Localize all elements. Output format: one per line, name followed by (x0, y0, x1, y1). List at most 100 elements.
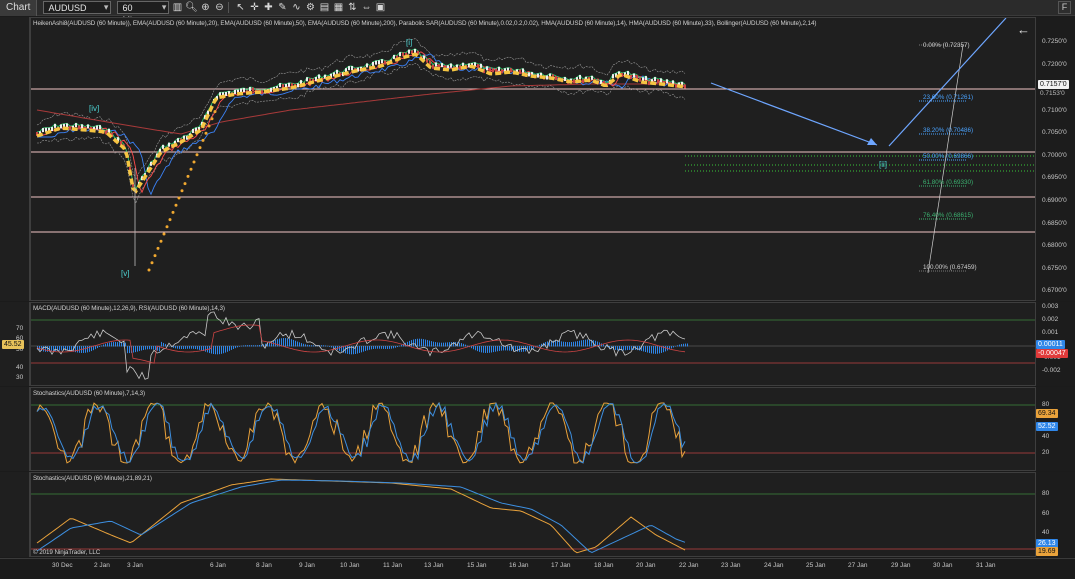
macd-histogram-bar (155, 346, 156, 351)
chart-tab[interactable]: Chart (0, 0, 38, 16)
macd-histogram-bar (323, 345, 324, 347)
stochastics-fast-canvas[interactable] (31, 388, 1036, 471)
date-label: 3 Jan (127, 562, 143, 569)
macd-histogram-bar (379, 346, 380, 349)
macd-histogram-bar (371, 346, 372, 350)
chart-style-icon[interactable]: ▥ (171, 2, 183, 14)
stochastics-fast-label: Stochastics(AUDUSD (60 Minute),7,14,3) (33, 390, 146, 397)
last-price-badge: 0.7157'0 (1038, 80, 1069, 89)
macd-histogram-bar (307, 344, 308, 347)
copyright-text: © 2019 NinjaTrader, LLC (33, 549, 101, 556)
macd-rsi-canvas[interactable] (31, 303, 1036, 386)
f-button[interactable]: F (1058, 1, 1071, 14)
macd-histogram-bar (411, 340, 412, 347)
macd-histogram-bar (229, 346, 230, 351)
heiken-candle (612, 74, 614, 79)
heiken-candle (252, 87, 254, 92)
macd-histogram-bar (187, 346, 188, 349)
instrument-selector[interactable]: AUDUSD (43, 1, 112, 14)
global-crosshair-icon[interactable]: ✚ (262, 2, 274, 14)
macd-histogram-bar (311, 345, 312, 347)
heiken-candle (627, 71, 629, 76)
heiken-candle (279, 83, 281, 88)
toolbar-divider (228, 2, 230, 13)
macd-histogram-bar (587, 339, 588, 347)
heiken-candle (96, 125, 98, 130)
search-icon[interactable]: 🔍︎ (185, 2, 198, 14)
psar-dot (213, 110, 217, 114)
objects-icon[interactable]: ▦ (332, 2, 344, 14)
scroll-icon[interactable]: ⇔ (360, 2, 372, 14)
heiken-candle (414, 48, 416, 53)
macd-histogram-bar (537, 345, 538, 347)
macd-histogram-bar (133, 346, 134, 353)
stochastics-slow-panel[interactable]: Stochastics(AUDUSD (60 Minute),21,89,21)… (30, 472, 1036, 557)
macd-histogram-bar (627, 346, 628, 351)
macd-histogram-bar (481, 346, 482, 353)
heiken-candle (684, 84, 686, 89)
psar-dot (153, 254, 157, 258)
macd-histogram-bar (259, 345, 260, 347)
macd-histogram-bar (43, 346, 44, 352)
interval-selector[interactable]: 60 Minute (117, 1, 170, 25)
price-tick: 0.7250'0 (1042, 38, 1067, 45)
macd-histogram-bar (47, 346, 48, 352)
zoom-in-icon[interactable]: ⊕ (199, 2, 211, 14)
macd-histogram-bar (215, 346, 216, 355)
macd-histogram-bar (685, 343, 686, 347)
macd-histogram-bar (357, 346, 358, 354)
templates-icon[interactable]: ▤ (318, 2, 330, 14)
properties-icon[interactable]: ⚙ (304, 2, 316, 14)
date-label: 20 Jan (636, 562, 656, 569)
heiken-candle (69, 126, 71, 131)
stochastics-fast-panel[interactable]: Stochastics(AUDUSD (60 Minute),7,14,3) (30, 387, 1036, 471)
heiken-candle (378, 60, 380, 65)
price-panel[interactable]: HeikenAshi8(AUDUSD (60 Minute)), EMA(AUD… (30, 17, 1036, 301)
heiken-candle (630, 74, 632, 79)
rsi-value-badge: 45.52 (2, 340, 24, 349)
draw-icon[interactable]: ✎ (276, 2, 288, 14)
heiken-candle (510, 68, 512, 73)
stochastics-slow-canvas[interactable] (31, 473, 1036, 557)
heiken-candle (192, 128, 194, 133)
macd-histogram-bar (523, 346, 524, 352)
indicators-icon[interactable]: ∿ (290, 2, 302, 14)
psar-dot (174, 203, 178, 207)
macd-histogram-bar (569, 342, 570, 347)
pointer-icon[interactable]: ↖ (234, 2, 246, 14)
macd-histogram-bar (539, 344, 540, 347)
psar-dot (159, 239, 163, 243)
heiken-candle (579, 74, 581, 79)
price-tick: 0.7000'0 (1042, 152, 1067, 159)
heiken-candle (168, 142, 170, 147)
macd-histogram-bar (435, 342, 436, 347)
heiken-candle (489, 67, 491, 72)
macd-histogram-bar (575, 341, 576, 347)
psar-dot (198, 146, 202, 150)
heiken-candle (366, 63, 368, 68)
crosshair-icon[interactable]: ✛ (248, 2, 260, 14)
heiken-candle (372, 61, 374, 66)
back-arrow-icon[interactable]: ← (1017, 22, 1030, 37)
macd-histogram-bar (653, 346, 654, 354)
macd-histogram-bar (213, 346, 214, 355)
heiken-candle (399, 52, 401, 57)
macd-histogram-bar (643, 346, 644, 352)
heiken-candle (297, 83, 299, 88)
heiken-candle (348, 66, 350, 71)
macd-histogram-bar (189, 346, 190, 349)
wave-label-i: [i] (406, 38, 413, 47)
stoch2-k-badge: 19.69 (1036, 547, 1058, 556)
date-label: 18 Jan (594, 562, 614, 569)
macd-rsi-panel[interactable]: MACD(AUDUSD (60 Minute),12,26,9), RSI(AU… (30, 302, 1036, 386)
macd-histogram-bar (173, 346, 174, 348)
macd-histogram-bar (495, 346, 496, 352)
trade-icon[interactable]: ⇅ (346, 2, 358, 14)
chart-trader-icon[interactable]: ▣ (374, 2, 386, 14)
fib-level-0: 0.00% (0.72357) (923, 42, 970, 49)
macd-left-gutter: 70 60 50 40 30 45.52 (0, 302, 30, 386)
macd-histogram-bar (97, 346, 98, 349)
macd-histogram-bar (313, 345, 314, 347)
heiken-candle (243, 88, 245, 93)
zoom-out-icon[interactable]: ⊖ (213, 2, 225, 14)
